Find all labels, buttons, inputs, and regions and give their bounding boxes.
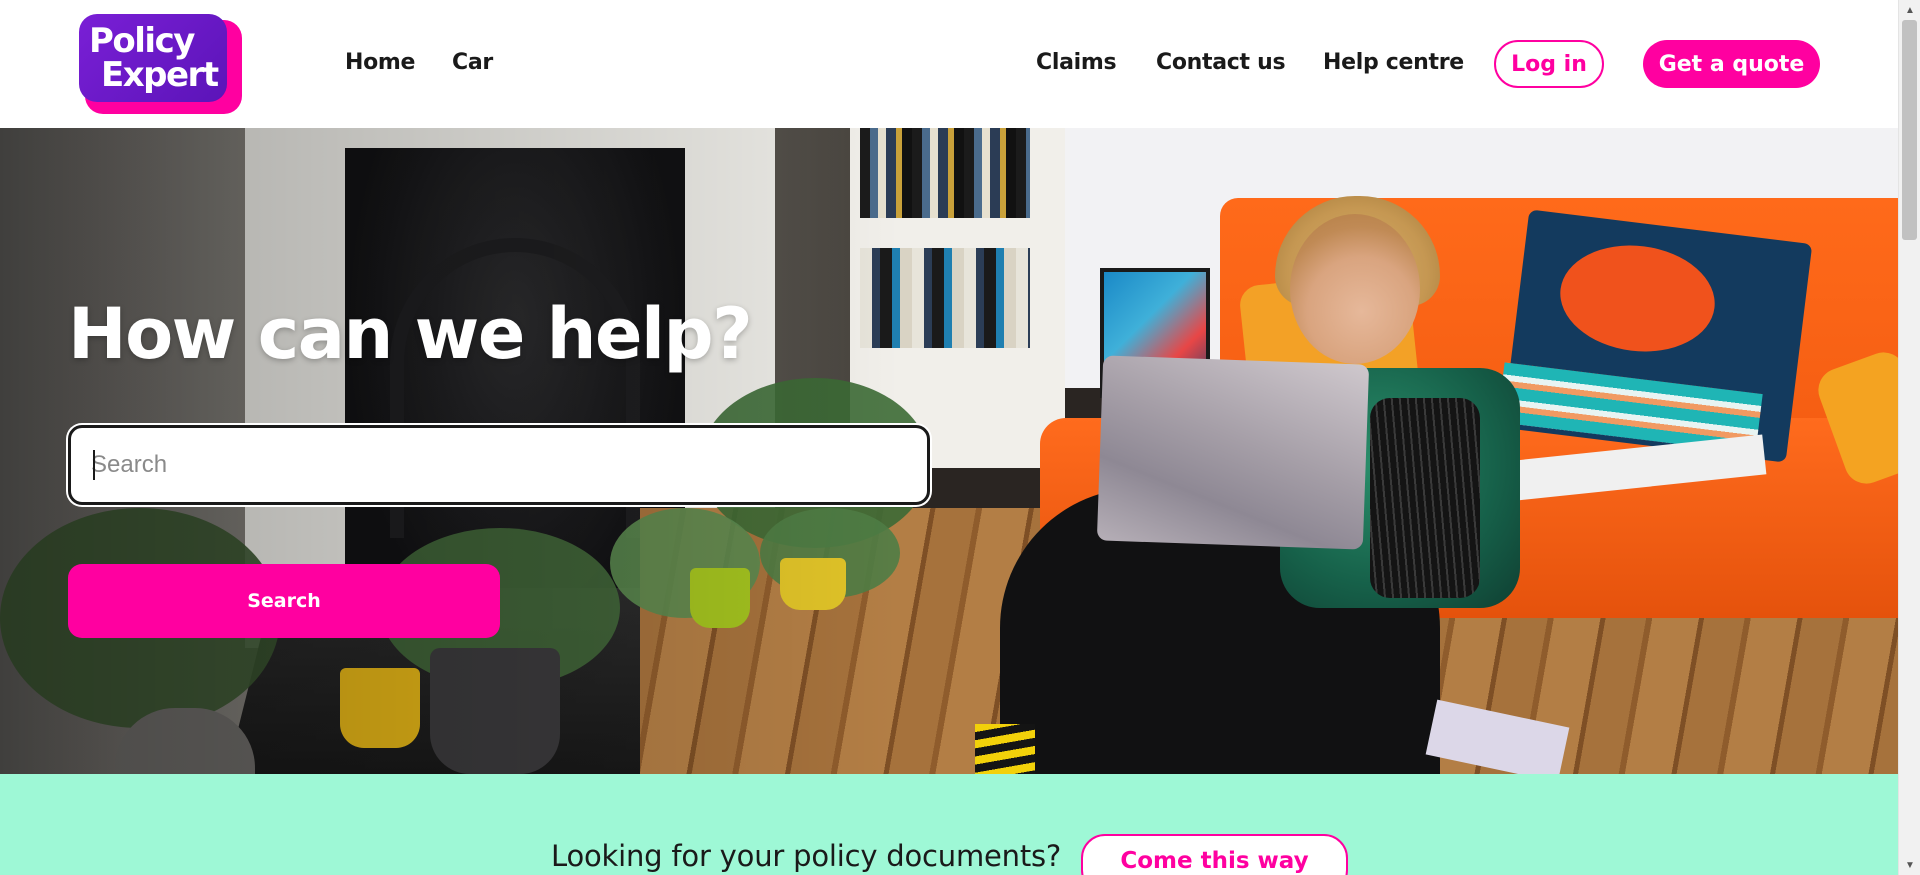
logo-line-2: Expert: [101, 55, 219, 95]
nav-help-centre-link[interactable]: Help centre: [1323, 50, 1464, 75]
chevron-up-icon[interactable]: ▲: [1899, 0, 1920, 20]
policy-documents-banner: Looking for your policy documents? Come …: [0, 774, 1898, 875]
photo-person-vest: [1370, 398, 1480, 598]
page-title: How can we help?: [68, 293, 753, 375]
search-button[interactable]: Search: [68, 564, 500, 638]
log-in-button[interactable]: Log in: [1494, 40, 1604, 88]
policy-documents-text: Looking for your policy documents?: [551, 839, 1062, 873]
logo-line-1: Policy: [89, 21, 195, 61]
photo-striped-socks: [975, 724, 1035, 774]
search-field-wrapper: [68, 425, 930, 505]
come-this-way-button[interactable]: Come this way: [1081, 834, 1348, 875]
logo-wordmark: Policy Expert: [89, 24, 239, 92]
photo-person-face: [1290, 214, 1420, 364]
scrollbar-thumb[interactable]: [1902, 20, 1917, 240]
text-caret: [93, 450, 95, 480]
search-input[interactable]: [71, 428, 927, 502]
get-a-quote-button[interactable]: Get a quote: [1643, 40, 1820, 88]
page-scrollbar[interactable]: ▲ ▼: [1898, 0, 1920, 875]
nav-contact-us-link[interactable]: Contact us: [1156, 50, 1286, 75]
site-header: Policy Expert Home Car Claims Contact us…: [0, 0, 1898, 128]
hero-section: How can we help? Search: [0, 128, 1898, 774]
policy-expert-logo[interactable]: Policy Expert: [79, 14, 242, 114]
chevron-down-icon[interactable]: ▼: [1899, 855, 1920, 875]
photo-laptop: [1096, 355, 1370, 550]
nav-claims-link[interactable]: Claims: [1036, 50, 1117, 75]
nav-car-link[interactable]: Car: [452, 50, 493, 75]
nav-home-link[interactable]: Home: [345, 50, 415, 75]
